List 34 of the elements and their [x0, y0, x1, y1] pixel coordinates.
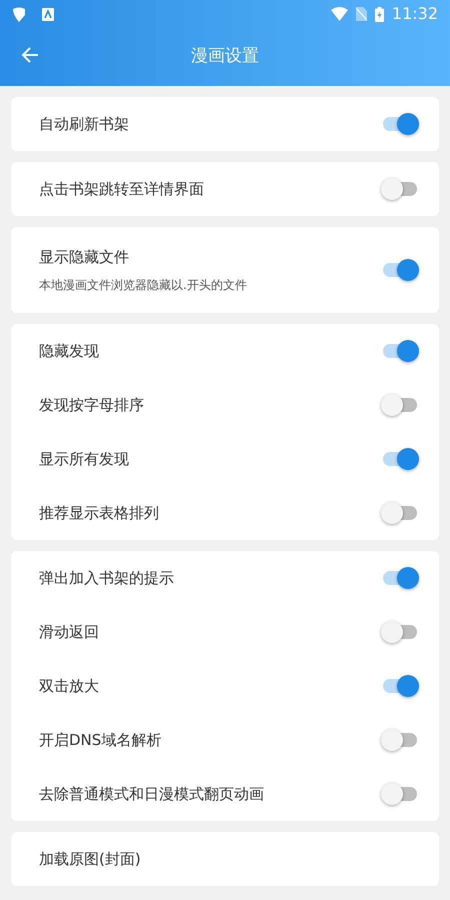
app-icon — [42, 8, 54, 20]
toggle-switch[interactable] — [381, 729, 419, 751]
toggle-switch[interactable] — [381, 394, 419, 416]
setting-label: 滑动返回 — [39, 622, 100, 643]
toggle-switch[interactable] — [381, 675, 419, 697]
toggle-switch[interactable] — [381, 567, 419, 589]
notification-icon — [12, 6, 26, 22]
battery-icon — [374, 6, 384, 22]
wifi-icon — [330, 7, 348, 21]
toggle-switch[interactable] — [381, 113, 419, 135]
setting-label: 显示隐藏文件 — [39, 246, 130, 268]
toggle-switch[interactable] — [381, 502, 419, 524]
no-sim-icon — [356, 7, 367, 21]
status-time: 11:32 — [392, 3, 438, 25]
setting-label: 自动刷新书架 — [39, 114, 130, 135]
setting-label: 去除普通模式和日漫模式翻页动画 — [39, 784, 265, 805]
setting-label: 加载原图(封面) — [39, 848, 142, 870]
setting-description: 本地漫画文件浏览器隐藏以.开头的文件 — [39, 277, 248, 294]
setting-label: 点击书架跳转至详情界面 — [39, 178, 205, 200]
toggle-switch[interactable] — [381, 340, 419, 362]
screen-title: 漫画设置 — [191, 45, 259, 68]
setting-label: 推荐显示表格排列 — [39, 502, 160, 524]
setting-label: 显示所有发现 — [39, 448, 130, 470]
setting-label: 隐藏发现 — [39, 340, 100, 362]
toggle-switch[interactable] — [381, 621, 419, 643]
toggle-switch[interactable] — [381, 259, 419, 281]
setting-label: 弹出加入书架的提示 — [39, 568, 175, 589]
setting-label: 发现按字母排序 — [39, 394, 145, 416]
back-icon[interactable] — [20, 45, 40, 65]
toggle-switch[interactable] — [381, 178, 419, 200]
toggle-switch[interactable] — [381, 783, 419, 805]
setting-label: 双击放大 — [39, 676, 100, 697]
setting-label: 开启DNS域名解析 — [39, 730, 162, 751]
toggle-switch[interactable] — [381, 448, 419, 470]
